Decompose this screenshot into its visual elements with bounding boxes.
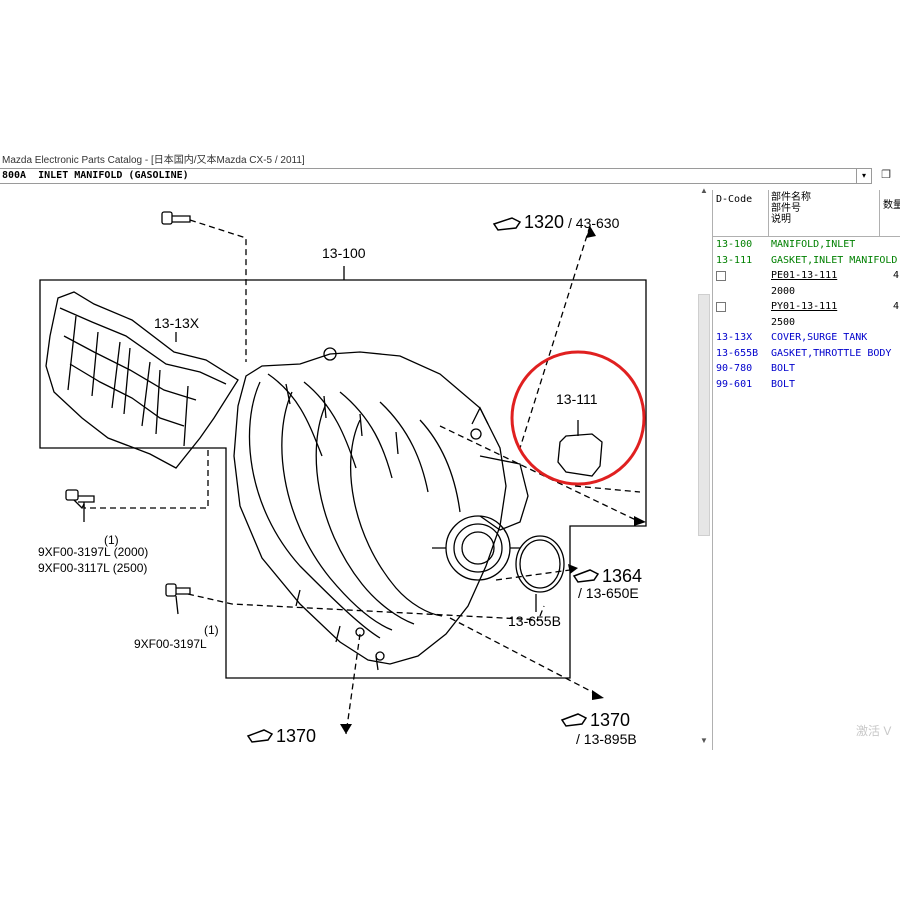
label-13-655b[interactable]: 13-655B xyxy=(508,613,561,629)
parts-list-panel: D-Code 部件名称 部件号 说明 数量 13-100 MANIFOLD,INL… xyxy=(712,190,900,750)
bolt-b-part[interactable]: 9XF00-3197L xyxy=(134,637,207,651)
label-13-111[interactable]: 13-111 xyxy=(556,391,598,407)
pointer-hand-icon[interactable] xyxy=(572,569,600,583)
row-dcode: 13-100 xyxy=(716,239,753,250)
table-row[interactable]: 13-111 GASKET,INLET MANIFOLD xyxy=(713,254,900,269)
diagram-selector-value: 800A INLET MANIFOLD (GASOLINE) xyxy=(2,170,189,181)
label-13-13x[interactable]: 13-13X xyxy=(154,315,200,331)
header-name[interactable]: 部件名称 部件号 说明 xyxy=(771,192,881,225)
bolt-low xyxy=(165,583,191,597)
scroll-up-icon[interactable]: ▲ xyxy=(697,186,711,198)
diagram-scrollbar[interactable]: ▲ ▼ xyxy=(697,186,711,748)
pointer-hand-icon[interactable] xyxy=(246,729,274,743)
bolt-b-leader xyxy=(175,595,179,615)
parts-diagram-svg: 13-100 13-13X 13-111 13-655B 1320 / 43-6… xyxy=(38,211,647,747)
row-checkbox[interactable] xyxy=(716,302,726,312)
row-description: BOLT xyxy=(771,363,796,374)
bolt-top xyxy=(161,211,191,225)
parts-diagram: 13-100 13-13X 13-111 13-655B 1320 / 43-6… xyxy=(0,186,712,750)
table-row[interactable]: 13-100 MANIFOLD,INLET xyxy=(713,238,900,253)
throttle-gasket-ring xyxy=(515,535,565,593)
ref-1320[interactable]: 1320 xyxy=(524,212,564,232)
row-dcode: 99-601 xyxy=(716,378,753,390)
table-row[interactable]: 2500 xyxy=(713,316,900,331)
row-dcode: 13-111 xyxy=(716,254,753,266)
row-dcode: 13-13X xyxy=(716,332,753,343)
row-description: GASKET,THROTTLE BODY xyxy=(771,347,892,359)
row-description: 2500 xyxy=(771,316,796,328)
table-row[interactable]: 99-601 BOLT xyxy=(713,378,900,393)
row-dcode: 13-655B xyxy=(716,347,759,359)
bolt-a-part-2500[interactable]: 9XF00-3117L (2500) xyxy=(38,561,147,575)
ref-1364[interactable]: 1364 xyxy=(602,566,642,586)
bolt-mid xyxy=(65,489,95,510)
window-title: Mazda Electronic Parts Catalog - [日本国内/又… xyxy=(2,155,305,166)
inlet-gasket xyxy=(557,433,603,477)
row-description: 2000 xyxy=(771,285,796,297)
label-13-100[interactable]: 13-100 xyxy=(322,245,366,261)
ref-1370-right-sub[interactable]: / 13-895B xyxy=(576,731,637,747)
ref-1370-left[interactable]: 1370 xyxy=(276,726,316,746)
inlet-manifold xyxy=(233,347,507,671)
chevron-down-icon[interactable]: ▾ xyxy=(856,169,871,183)
row-description: PY01-13-111 xyxy=(771,301,838,312)
header-dcode[interactable]: D-Code xyxy=(716,194,752,205)
table-row[interactable]: 2000 xyxy=(713,285,900,300)
ref-1320-sub[interactable]: / 43-630 xyxy=(568,215,620,231)
row-checkbox[interactable] xyxy=(716,271,726,281)
highlight-circle xyxy=(510,350,646,486)
table-row[interactable]: 13-13X COVER,SURGE TANK xyxy=(713,331,900,346)
table-row[interactable]: PY01-13-111 4 xyxy=(713,300,900,315)
row-description: PE01-13-111 xyxy=(771,270,838,281)
row-qty: 4 xyxy=(893,301,900,312)
ref-1364-sub[interactable]: / 13-650E xyxy=(578,585,639,601)
header-qty[interactable]: 数量 xyxy=(883,196,900,211)
parts-list-header: D-Code 部件名称 部件号 说明 数量 xyxy=(713,190,900,237)
bolt-b-qty: (1) xyxy=(204,623,219,637)
scroll-down-icon[interactable]: ▼ xyxy=(697,736,711,748)
throttle-gasket-ring-inner xyxy=(519,539,561,589)
row-description: COVER,SURGE TANK xyxy=(771,332,868,343)
table-row[interactable]: 13-655B GASKET,THROTTLE BODY xyxy=(713,347,900,362)
scroll-thumb[interactable] xyxy=(698,294,710,536)
diagram-selector[interactable]: 800A INLET MANIFOLD (GASOLINE) ▾ xyxy=(0,168,872,184)
row-qty: 4 xyxy=(893,270,900,281)
pointer-hand-icon[interactable] xyxy=(560,713,588,727)
ref-1370-right[interactable]: 1370 xyxy=(590,710,630,730)
row-description: MANIFOLD,INLET xyxy=(771,239,856,250)
restore-window-icon[interactable]: ❐ xyxy=(876,168,896,184)
bolt-a-part-2000[interactable]: 9XF00-3197L (2000) xyxy=(38,545,148,559)
pointer-hand-icon[interactable] xyxy=(492,217,522,231)
surge-tank-cover xyxy=(45,291,239,469)
row-description: GASKET,INLET MANIFOLD xyxy=(771,254,898,266)
row-description: BOLT xyxy=(771,378,796,390)
row-dcode: 90-780 xyxy=(716,363,753,374)
activation-watermark: 激活 V xyxy=(856,724,892,738)
window-titlebar: Mazda Electronic Parts Catalog - [日本国内/又… xyxy=(0,148,900,166)
throttle-body xyxy=(432,455,529,581)
table-row[interactable]: 90-780 BOLT xyxy=(713,362,900,377)
table-row[interactable]: PE01-13-111 4 xyxy=(713,269,900,284)
